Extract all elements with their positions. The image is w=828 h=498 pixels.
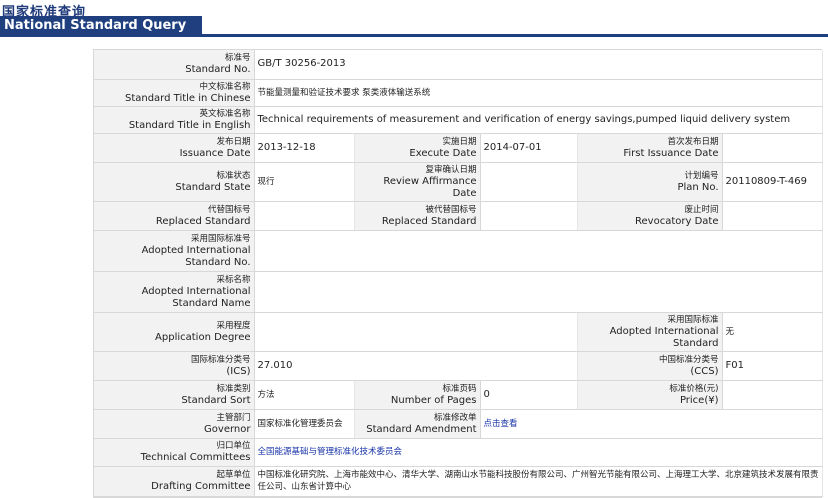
row-classification: 国际标准分类号 (ICS) 27.010 中国标准分类号 (CCS) F01 [94, 351, 823, 381]
review-date-value [480, 162, 578, 202]
technical-committees-cell: 全国能源基础与管理标准化技术委员会 [254, 438, 823, 467]
standard-sort-value: 方法 [254, 380, 355, 410]
standard-detail-panel: 标准号 Standard No. GB/T 30256-2013 中文标准名称 St… [93, 49, 823, 498]
title-chinese-value: 节能量测量和验证技术要求 泵类液体输送系统 [254, 79, 823, 107]
header-divider [0, 34, 828, 37]
technical-committees-label: 归口单位 Technical Committees [94, 438, 255, 467]
page-header: 国家标准查询 National Standard Query [0, 0, 828, 38]
technical-committees-link[interactable]: 全国能源基础与管理标准化技术委员会 [258, 447, 403, 457]
first-issuance-date-value [722, 133, 823, 163]
row-technical-committees: 归口单位 Technical Committees 全国能源基础与管理标准化技术委… [94, 438, 823, 467]
revocatory-date-label: 废止时间 Revocatory Date [577, 201, 723, 231]
row-title-chinese: 中文标准名称 Standard Title in Chinese 节能量测量和验证… [94, 79, 823, 107]
number-of-pages-label: 标准页码 Number of Pages [354, 380, 481, 410]
ccs-value: F01 [722, 351, 823, 381]
row-application: 采用程度 Application Degree 采用国际标准 Adopted Int… [94, 312, 823, 352]
plan-no-value: 20110809-T-469 [722, 162, 823, 202]
standard-no-label: 标准号 Standard No. [94, 50, 255, 80]
replaced-standard-value [254, 201, 355, 231]
standard-amendment-cell: 点击查看 [480, 409, 823, 439]
title-chinese-label: 中文标准名称 Standard Title in Chinese [94, 79, 255, 107]
application-degree-value [254, 312, 578, 352]
standard-detail-table: 标准号 Standard No. GB/T 30256-2013 中文标准名称 St… [94, 50, 823, 497]
replaced-by-label: 被代替国标号 Replaced Standard [354, 201, 481, 231]
price-value [722, 380, 823, 410]
standard-no-value: GB/T 30256-2013 [254, 50, 823, 80]
drafting-committee-label: 起草单位 Drafting Committee [94, 466, 255, 497]
row-standard-no: 标准号 Standard No. GB/T 30256-2013 [94, 50, 823, 80]
row-dates: 发布日期 Issuance Date 2013-12-18 实施日期 Execute… [94, 133, 823, 163]
execute-date-value: 2014-07-01 [480, 133, 578, 163]
issuance-date-label: 发布日期 Issuance Date [94, 133, 255, 163]
standard-state-value: 现行 [254, 162, 355, 202]
governor-value: 国家标准化管理委员会 [254, 409, 355, 439]
title-english-value: Technical requirements of measurement an… [254, 106, 823, 134]
ccs-label: 中国标准分类号 (CCS) [577, 351, 723, 381]
governor-label: 主管部门 Governor [94, 409, 255, 439]
row-governor: 主管部门 Governor 国家标准化管理委员会 标准修改单 Standard Am… [94, 409, 823, 439]
adopted-standard-label: 采用国际标准 Adopted International Standard [577, 312, 723, 352]
adopted-standard-no-label: 采用国际标准号 Adopted International Standard No… [94, 230, 255, 272]
title-english-label: 英文标准名称 Standard Title in English [94, 106, 255, 134]
price-label: 标准价格(元) Price(¥) [577, 380, 723, 410]
row-sort: 标准类别 Standard Sort 方法 标准页码 Number of Pages… [94, 380, 823, 410]
header-title-english: National Standard Query [0, 16, 203, 36]
execute-date-label: 实施日期 Execute Date [354, 133, 481, 163]
adopted-standard-value: 无 [722, 312, 823, 352]
first-issuance-date-label: 首次发布日期 First Issuance Date [577, 133, 723, 163]
row-state: 标准状态 Standard State 现行 复审确认日期 Review Affir… [94, 162, 823, 202]
row-replaced: 代替国标号 Replaced Standard 被代替国标号 Replaced St… [94, 201, 823, 231]
row-drafting-committee: 起草单位 Drafting Committee 中国标准化研究院、上海市能效中心、… [94, 466, 823, 497]
plan-no-label: 计划编号 Plan No. [577, 162, 723, 202]
standard-sort-label: 标准类别 Standard Sort [94, 380, 255, 410]
adopted-standard-name-value [254, 271, 823, 313]
issuance-date-value: 2013-12-18 [254, 133, 355, 163]
row-adopted-name: 采标名称 Adopted International Standard Name [94, 271, 823, 313]
row-adopted-no: 采用国际标准号 Adopted International Standard No… [94, 230, 823, 272]
drafting-committee-value: 中国标准化研究院、上海市能效中心、清华大学、湖南山水节能科技股份有限公司、广州智… [254, 466, 823, 497]
standard-state-label: 标准状态 Standard State [94, 162, 255, 202]
replaced-standard-label: 代替国标号 Replaced Standard [94, 201, 255, 231]
ics-label: 国际标准分类号 (ICS) [94, 351, 255, 381]
number-of-pages-value: 0 [480, 380, 578, 410]
row-title-english: 英文标准名称 Standard Title in English Technica… [94, 106, 823, 134]
ics-value: 27.010 [254, 351, 578, 381]
application-degree-label: 采用程度 Application Degree [94, 312, 255, 352]
standard-amendment-link[interactable]: 点击查看 [484, 419, 518, 429]
standard-amendment-label: 标准修改单 Standard Amendment [354, 409, 481, 439]
adopted-standard-no-value [254, 230, 823, 272]
replaced-by-value [480, 201, 578, 231]
review-date-label: 复审确认日期 Review Affirmance Date [354, 162, 481, 202]
adopted-standard-name-label: 采标名称 Adopted International Standard Name [94, 271, 255, 313]
revocatory-date-value [722, 201, 823, 231]
